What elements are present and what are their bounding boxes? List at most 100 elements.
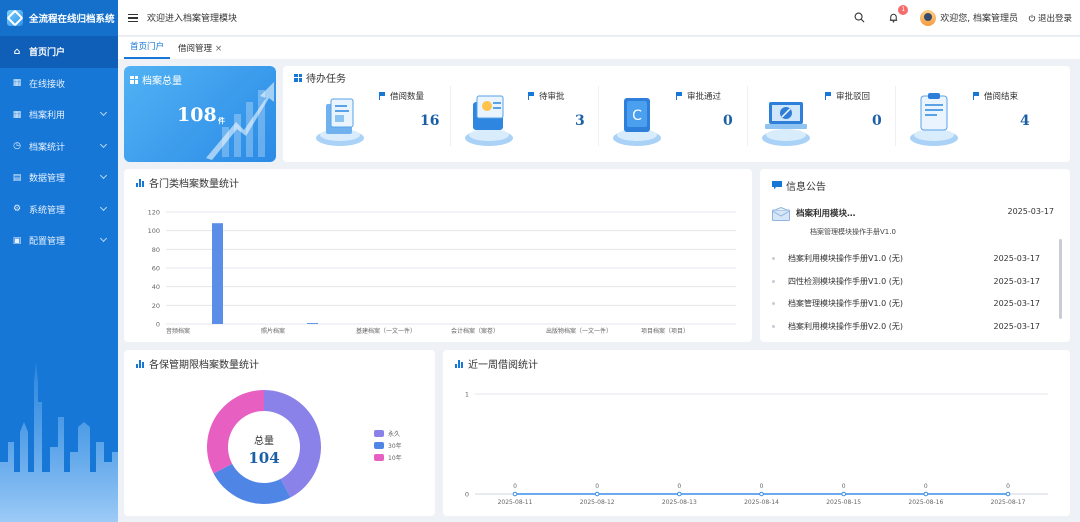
- notice-title: 信息公告: [772, 178, 826, 193]
- sidebar-item-4[interactable]: ▤ 数据管理: [0, 162, 118, 194]
- x-tick-label: 照片档案: [261, 327, 285, 335]
- logout-button[interactable]: 退出登录: [1028, 12, 1072, 24]
- app-logo-icon: [7, 10, 23, 26]
- city-skyline-illustration: [0, 362, 118, 522]
- search-icon[interactable]: [852, 11, 866, 25]
- menu-toggle-icon[interactable]: [128, 13, 138, 22]
- bullet-icon: [772, 325, 775, 329]
- clipboard-scroll-icon: [465, 95, 513, 146]
- x-tick-label: 会计档案（案卷）: [451, 327, 499, 335]
- data-point: [512, 491, 518, 497]
- approved-card-icon: C: [613, 98, 661, 146]
- task-label-text: 借阅结束: [984, 92, 1019, 102]
- notice-item[interactable]: 四性检测模块操作手册V1.0 (无) 2025-03-17: [772, 270, 1062, 293]
- finished-clipboard-icon: [910, 93, 958, 146]
- task-value: 16: [420, 113, 440, 129]
- logout-label: 退出登录: [1037, 13, 1072, 24]
- task-item[interactable]: 审批驳回 0: [755, 88, 905, 158]
- sidebar-item-3[interactable]: ◷ 档案统计: [0, 131, 118, 163]
- flag-icon: [973, 92, 980, 100]
- tab-1[interactable]: 借阅管理 ×: [172, 42, 228, 59]
- sidebar-item-6[interactable]: ▣ 配置管理: [0, 225, 118, 257]
- user-greeting[interactable]: 欢迎您, 档案管理员: [940, 11, 1018, 24]
- legend-swatch: [374, 453, 384, 461]
- sidebar-menu: ⌂ 首页门户 ▦ 在线接收 ▦ 档案利用 ◷ 档案统计 ▤ 数据管理 ⚙ 系统管理 ▣ 配置管理: [0, 36, 118, 257]
- category-chart-card: 各门类档案数量统计 0 20 40 60 80 100 120 音频档案 照片档案 基建档案（一文…: [124, 169, 752, 342]
- task-label: 借阅结束: [973, 90, 1018, 102]
- notice-item[interactable]: 档案管理模块操作手册V1.0 (无) 2025-03-17: [772, 293, 1062, 316]
- task-label: 待审批: [528, 90, 565, 102]
- bullet-icon: [772, 302, 775, 306]
- y-tick-label: 0: [465, 491, 469, 499]
- bar: [212, 223, 223, 324]
- sidebar-item-label: 档案利用: [29, 111, 66, 122]
- notice-item-title: 四性检测模块操作手册V1.0 (无): [788, 276, 903, 286]
- sidebar-item-label: 在线接收: [29, 79, 66, 90]
- legend-item[interactable]: 10年: [374, 451, 402, 463]
- data-label: 0: [924, 483, 928, 490]
- rejected-laptop-icon: [762, 102, 810, 146]
- notice-item[interactable]: 档案利用模块操作手册V2.0 (无) 2025-03-17: [772, 315, 1062, 338]
- chevron-down-icon: [99, 203, 108, 211]
- x-tick-label: 音频档案: [166, 327, 190, 335]
- bell-icon[interactable]: 1: [886, 4, 909, 25]
- y-tick-label: 80: [152, 246, 160, 254]
- legend-label: 30年: [388, 442, 402, 450]
- tab-0[interactable]: 首页门户: [124, 40, 171, 59]
- notice-label: 信息公告: [786, 182, 826, 193]
- notice-item[interactable]: 档案利用模块操作手册V1.0 (无) 2025-03-17: [772, 247, 1062, 270]
- task-item[interactable]: 借阅数量 16: [309, 88, 459, 158]
- chevron-down-icon: [99, 140, 108, 148]
- flag-icon: [528, 92, 535, 100]
- home-icon: ⌂: [13, 46, 21, 57]
- data-label: 0: [677, 483, 681, 490]
- tab-label: 借阅管理: [178, 44, 213, 54]
- notice-featured-date: 2025-03-17: [1007, 207, 1055, 216]
- borrow-chart-card: 近一周借阅统计 0 1 0 2025-08-11 0 2025-08-12 0 2025-08…: [443, 350, 1070, 516]
- sidebar-item-label: 首页门户: [29, 48, 66, 59]
- bullet-icon: [772, 256, 775, 260]
- notice-item-title: 档案利用模块操作手册V1.0 (无): [788, 253, 903, 263]
- x-tick-label: 项目档案（项目）: [641, 327, 689, 335]
- notice-item-date: 2025-03-17: [993, 299, 1041, 309]
- page-tabs: 首页门户 借阅管理 ×: [118, 37, 1080, 59]
- sidebar-item-5[interactable]: ⚙ 系统管理: [0, 194, 118, 226]
- task-separator: [598, 86, 599, 146]
- sidebar-item-2[interactable]: ▦ 档案利用: [0, 99, 118, 131]
- notification-badge: 1: [898, 4, 909, 15]
- data-point: [923, 491, 929, 497]
- clock-icon: ◷: [13, 141, 21, 152]
- legend-swatch: [374, 429, 384, 437]
- task-item[interactable]: C 审批通过 0: [606, 88, 756, 158]
- archive-total-label: 档案总量: [142, 76, 182, 87]
- chevron-down-icon: [99, 234, 108, 243]
- avatar[interactable]: [920, 9, 937, 26]
- close-icon[interactable]: ×: [215, 44, 222, 54]
- top-header: 欢迎进入档案管理模块 1 欢迎您, 档案管理员 退出登录: [118, 0, 1080, 36]
- notice-item[interactable]: 档案管理模块操作手册V2.0 (无)2025-03-17: [772, 338, 1062, 342]
- legend-item[interactable]: 30年: [374, 439, 402, 451]
- borrow-line-chart: 0 1 0 2025-08-11 0 2025-08-12 0 2025-08-13 0 2025…: [465, 391, 1048, 506]
- data-label: 0: [513, 483, 517, 490]
- sidebar-item-0[interactable]: ⌂ 首页门户: [0, 36, 118, 68]
- task-item[interactable]: 待审批 3: [458, 88, 608, 158]
- chevron-down-icon: [99, 171, 108, 180]
- task-label: 审批驳回: [825, 90, 870, 102]
- legend-item[interactable]: 永久: [374, 427, 402, 439]
- data-label: 0: [1006, 483, 1010, 490]
- notice-item-title: 档案管理模块操作手册V1.0 (无): [788, 299, 903, 309]
- sidebar-item-1[interactable]: ▦ 在线接收: [0, 68, 118, 100]
- legend-swatch: [374, 441, 384, 449]
- notice-featured-title: 档案利用模块…: [796, 209, 856, 219]
- notice-featured[interactable]: 档案利用模块… 档案管理模块操作手册V1.0 2025-03-17: [772, 205, 1062, 239]
- task-item[interactable]: 借阅结束 4: [903, 88, 1053, 158]
- donut-hole: [231, 414, 297, 480]
- task-label-text: 审批通过: [687, 92, 722, 102]
- power-icon: [1028, 14, 1036, 21]
- data-label: 0: [595, 483, 599, 490]
- notice-scrollbar[interactable]: [1059, 239, 1062, 319]
- todo-tasks-title: 待办任务: [294, 70, 346, 85]
- flag-icon: [379, 92, 386, 100]
- x-tick-label: 基建档案（一文一件）: [356, 327, 416, 335]
- x-tick-label: 2025-08-13: [662, 499, 697, 506]
